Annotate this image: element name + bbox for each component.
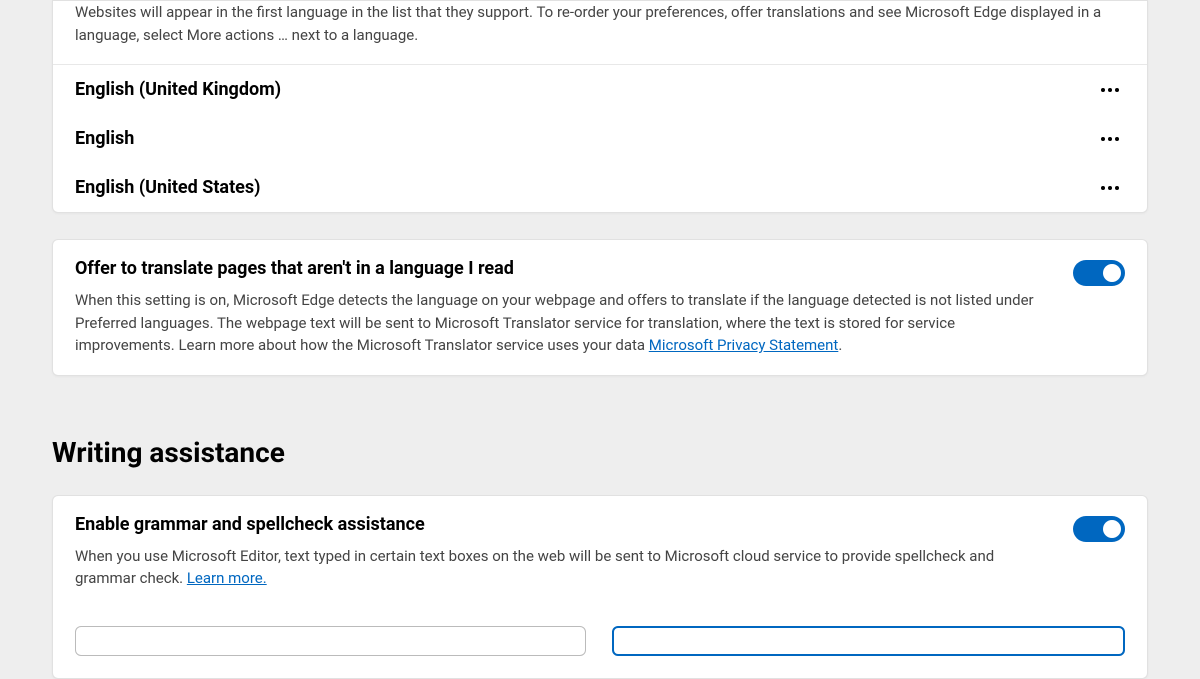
language-label: English — [75, 128, 134, 149]
spellcheck-option-editor[interactable] — [612, 626, 1125, 656]
translate-offer-description: When this setting is on, Microsoft Edge … — [75, 289, 1053, 357]
language-row: English (United Kingdom) — [53, 65, 1147, 114]
enable-grammar-text: Enable grammar and spellcheck assistance… — [75, 514, 1053, 590]
translate-offer-section: Offer to translate pages that aren't in … — [53, 240, 1147, 375]
more-icon — [1101, 88, 1105, 92]
spellcheck-option-boxes — [53, 626, 1147, 678]
translate-offer-header: Offer to translate pages that aren't in … — [75, 258, 1125, 357]
enable-grammar-title: Enable grammar and spellcheck assistance — [75, 514, 1053, 535]
enable-grammar-section: Enable grammar and spellcheck assistance… — [53, 496, 1147, 608]
translate-offer-text: Offer to translate pages that aren't in … — [75, 258, 1053, 357]
translate-offer-toggle[interactable] — [1073, 260, 1125, 286]
writing-assistance-heading: Writing assistance — [52, 436, 1148, 469]
more-icon — [1101, 137, 1105, 141]
more-icon — [1108, 186, 1112, 190]
language-row: English (United States) — [53, 163, 1147, 212]
more-icon — [1115, 186, 1119, 190]
more-actions-button[interactable] — [1095, 82, 1125, 98]
translate-offer-card: Offer to translate pages that aren't in … — [52, 239, 1148, 376]
settings-page: Websites will appear in the first langua… — [0, 0, 1200, 679]
translate-offer-desc-before: When this setting is on, Microsoft Edge … — [75, 291, 1034, 354]
spellcheck-option-basic[interactable] — [75, 626, 586, 656]
more-icon — [1115, 88, 1119, 92]
privacy-statement-link[interactable]: Microsoft Privacy Statement — [649, 336, 839, 354]
more-icon — [1115, 137, 1119, 141]
more-icon — [1101, 186, 1105, 190]
enable-grammar-header: Enable grammar and spellcheck assistance… — [75, 514, 1125, 590]
language-label: English (United States) — [75, 177, 260, 198]
enable-grammar-toggle[interactable] — [1073, 516, 1125, 542]
translate-offer-title: Offer to translate pages that aren't in … — [75, 258, 1053, 279]
more-actions-button[interactable] — [1095, 180, 1125, 196]
translate-offer-desc-after: . — [838, 336, 842, 354]
enable-grammar-description: When you use Microsoft Editor, text type… — [75, 545, 1053, 590]
toggle-knob-icon — [1103, 520, 1121, 538]
learn-more-link[interactable]: Learn more. — [187, 569, 267, 587]
language-label: English (United Kingdom) — [75, 79, 281, 100]
more-icon — [1108, 88, 1112, 92]
preferred-languages-card: Websites will appear in the first langua… — [52, 0, 1148, 213]
preferred-languages-description: Websites will appear in the first langua… — [75, 1, 1125, 46]
language-list: English (United Kingdom) English English… — [53, 64, 1147, 212]
toggle-knob-icon — [1103, 264, 1121, 282]
writing-assistance-card: Enable grammar and spellcheck assistance… — [52, 495, 1148, 679]
more-icon — [1108, 137, 1112, 141]
more-actions-button[interactable] — [1095, 131, 1125, 147]
language-row: English — [53, 114, 1147, 163]
preferred-languages-description-section: Websites will appear in the first langua… — [53, 1, 1147, 64]
